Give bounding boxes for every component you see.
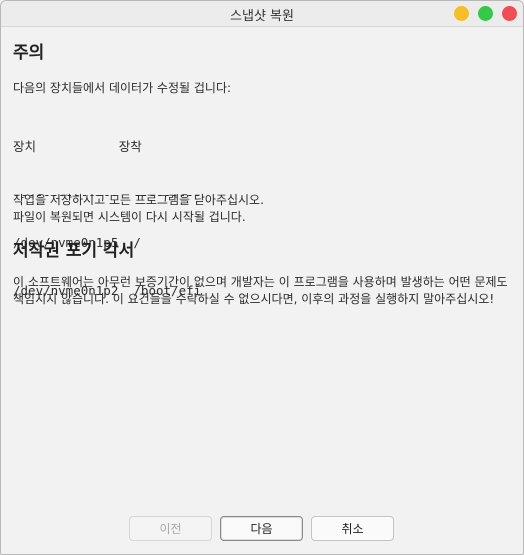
warning-lead: 다음의 장치들에서 데이터가 수정될 겁니다: [13,81,232,95]
maximize-button[interactable] [478,6,493,21]
warning-note: 작업을 저장하시고 모든 프로그램을 닫아주십시오. 파일이 복원되면 시스템이… [13,192,264,226]
cancel-button[interactable]: 취소 [311,516,394,541]
next-button[interactable]: 다음 [220,516,303,541]
title-bar[interactable]: 스냅샷 복원 [1,1,523,27]
note-line: 파일이 복원되면 시스템이 다시 시작될 겁니다. [13,210,246,224]
disclaimer-text: 이 소프트웨어는 아무런 보증기간이 없으며 개발자는 이 프로그램을 사용하며… [13,275,508,306]
note-line: 작업을 저장하시고 모든 프로그램을 닫아주십시오. [13,193,264,207]
restore-snapshot-window: 스냅샷 복원 주의 다음의 장치들에서 데이터가 수정될 겁니다: 장치 장착 … [0,0,524,555]
close-button[interactable] [502,6,517,21]
device-table-header: 장치 장착 [13,139,142,154]
window-title: 스냅샷 복원 [230,9,294,24]
warning-heading: 주의 [13,43,45,63]
previous-button[interactable]: 이전 [129,516,212,541]
minimize-button[interactable] [454,6,469,21]
disclaimer-heading: 저작권 포기 각서 [13,241,135,261]
